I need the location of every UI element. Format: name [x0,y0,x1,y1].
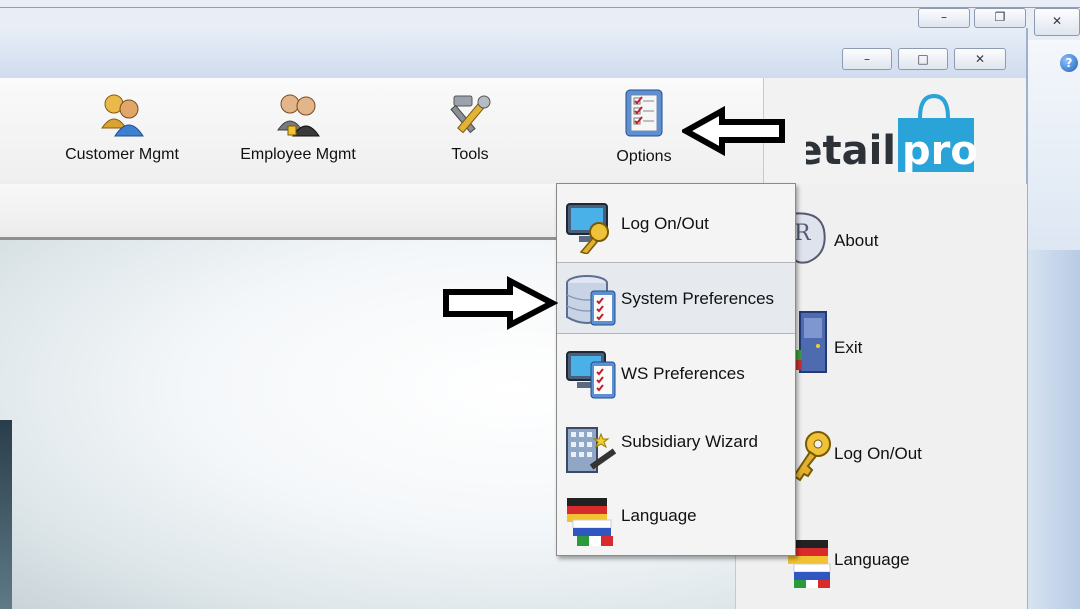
menu-item-language-label: Language [621,506,697,525]
menu-item-subsidiary-wizard-label: Subsidiary Wizard [621,432,758,451]
options-checklist-icon [625,89,663,137]
inner-minimize-button[interactable]: – [842,48,892,70]
tools-button[interactable]: Tools [410,92,530,164]
right-panel-language[interactable]: Language [780,528,960,608]
exit-door-icon [792,311,827,373]
flags-icon [567,498,613,546]
tools-label: Tools [451,146,489,163]
menu-item-ws-preferences[interactable]: WS Preferences [557,336,795,408]
right-arrow-annotation [443,276,558,330]
svg-text:R: R [794,221,812,246]
inner-close-button[interactable]: ✕ [954,48,1006,70]
computer-key-icon [566,203,609,254]
right-panel-logon[interactable]: Log On/Out [780,418,960,498]
right-panel-exit-label: Exit [834,338,863,357]
key-icon [792,431,831,482]
left-arrow-annotation [682,106,785,156]
help-icon[interactable]: ? [1060,54,1078,72]
menu-item-subsidiary-wizard[interactable]: Subsidiary Wizard [557,410,795,482]
database-checklist-icon [566,275,616,326]
menu-item-language[interactable]: Language [557,482,795,554]
inner-maximize-button[interactable]: □ [898,48,948,70]
right-panel-language-label: Language [834,550,910,569]
background-image-edge [0,420,12,609]
menu-item-ws-preferences-label: WS Preferences [621,364,745,383]
options-label: Options [616,148,672,165]
menu-item-system-preferences-label: System Preferences [621,289,775,308]
building-wand-icon [566,427,617,473]
monitor-checklist-icon [566,351,616,399]
menu-item-log-on-out[interactable]: Log On/Out [557,188,795,260]
customer-mgmt-icon [101,94,144,137]
outer-minimize-button[interactable]: – [918,8,970,28]
retailpro-logo: retail pro [806,93,976,174]
svg-text:pro: pro [902,128,976,174]
options-dropdown-menu: Log On/Out System Preferences WS Prefere… [556,183,796,556]
employee-mgmt-button[interactable]: Employee Mgmt [226,92,370,164]
outer-window-side-top [1028,40,1080,250]
right-panel-logon-label: Log On/Out [834,444,922,463]
menu-item-system-preferences[interactable]: System Preferences [557,262,795,334]
tools-icon [450,95,491,134]
right-panel-about[interactable]: R About [780,200,940,280]
customer-mgmt-label: Customer Mgmt [65,146,179,163]
employee-mgmt-label: Employee Mgmt [240,146,356,163]
svg-text:retail: retail [806,128,896,174]
menu-item-log-on-out-label: Log On/Out [621,214,709,233]
outer-close-button[interactable]: ✕ [1034,8,1080,36]
customer-mgmt-button[interactable]: Customer Mgmt [52,92,192,164]
outer-restore-button[interactable]: ❐ [974,8,1026,28]
right-panel-about-label: About [834,231,879,250]
employee-mgmt-icon [277,94,320,137]
right-panel-exit[interactable]: Exit [780,300,940,380]
